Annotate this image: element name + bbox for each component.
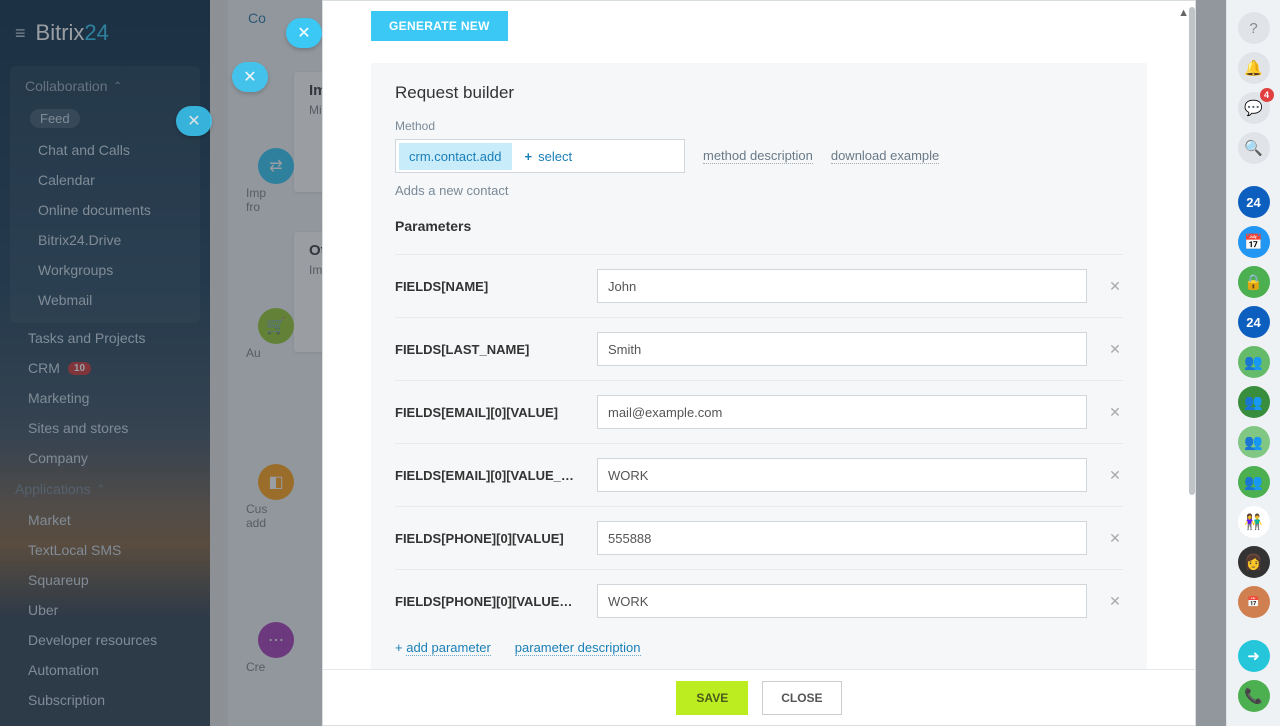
group-icon-4[interactable]: 👥 — [1238, 466, 1270, 498]
collapse-icon[interactable]: ▲ — [1178, 7, 1189, 19]
request-builder-panel: Request builder Method crm.contact.add +… — [371, 63, 1147, 669]
modal-footer: SAVE CLOSE — [323, 669, 1195, 725]
parameters-title: Parameters — [395, 218, 1123, 246]
right-rail: ? 🔔 💬4 🔍 24 📅 🔒 24 👥 👥 👥 👥 👫 👩 📅 ➜ 📞 — [1226, 0, 1280, 726]
add-parameter-link[interactable]: + add parameter — [395, 640, 491, 656]
param-row: FIELDS[LAST_NAME] ✕ — [395, 317, 1123, 380]
save-button[interactable]: SAVE — [676, 681, 748, 715]
method-description: Adds a new contact — [395, 183, 1123, 198]
remove-param-icon[interactable]: ✕ — [1107, 278, 1123, 295]
param-input[interactable] — [597, 521, 1087, 555]
method-label: Method — [395, 119, 1123, 133]
remove-param-icon[interactable]: ✕ — [1107, 404, 1123, 421]
param-input[interactable] — [597, 269, 1087, 303]
calendar-icon[interactable]: 📅 — [1238, 226, 1270, 258]
param-input[interactable] — [597, 395, 1087, 429]
remove-param-icon[interactable]: ✕ — [1107, 593, 1123, 610]
modal-close-mid[interactable]: ✕ — [232, 62, 268, 92]
param-input[interactable] — [597, 584, 1087, 618]
param-row: FIELDS[EMAIL][0][VALUE_… ✕ — [395, 443, 1123, 506]
b24-icon-2[interactable]: 24 — [1238, 306, 1270, 338]
param-label: FIELDS[LAST_NAME] — [395, 342, 577, 357]
search-icon[interactable]: 🔍 — [1238, 132, 1270, 164]
param-label: FIELDS[EMAIL][0][VALUE] — [395, 405, 577, 420]
method-selector[interactable]: crm.contact.add +select — [395, 139, 685, 173]
group-icon-3[interactable]: 👥 — [1238, 426, 1270, 458]
param-row: FIELDS[PHONE][0][VALUE… ✕ — [395, 569, 1123, 632]
remove-param-icon[interactable]: ✕ — [1107, 341, 1123, 358]
close-button[interactable]: CLOSE — [762, 681, 841, 715]
param-input[interactable] — [597, 332, 1087, 366]
messages-icon[interactable]: 💬4 — [1238, 92, 1270, 124]
scrollbar-thumb[interactable] — [1189, 7, 1195, 495]
notifications-icon[interactable]: 🔔 — [1238, 52, 1270, 84]
modal-close-outer[interactable]: ✕ — [286, 18, 322, 48]
logout-icon[interactable]: ➜ — [1238, 640, 1270, 672]
lock-icon[interactable]: 🔒 — [1238, 266, 1270, 298]
param-label: FIELDS[EMAIL][0][VALUE_… — [395, 468, 577, 483]
param-input[interactable] — [597, 458, 1087, 492]
generate-new-button[interactable]: GENERATE NEW — [371, 11, 508, 41]
group-icon-1[interactable]: 👥 — [1238, 346, 1270, 378]
call-icon[interactable]: 📞 — [1238, 680, 1270, 712]
remove-param-icon[interactable]: ✕ — [1107, 530, 1123, 547]
modal-close-inner[interactable]: ✕ — [176, 106, 212, 136]
avatar-1[interactable]: 👫 — [1238, 506, 1270, 538]
download-example-link[interactable]: download example — [831, 148, 939, 164]
date-icon[interactable]: 📅 — [1238, 586, 1270, 618]
group-icon-2[interactable]: 👥 — [1238, 386, 1270, 418]
request-builder-modal: ▲ GENERATE NEW Request builder Method cr… — [322, 0, 1196, 726]
param-label: FIELDS[PHONE][0][VALUE] — [395, 531, 577, 546]
b24-icon[interactable]: 24 — [1238, 186, 1270, 218]
param-row: FIELDS[EMAIL][0][VALUE] ✕ — [395, 380, 1123, 443]
messages-badge: 4 — [1260, 88, 1274, 102]
method-select-link[interactable]: +select — [515, 143, 583, 170]
param-label: FIELDS[PHONE][0][VALUE… — [395, 594, 577, 609]
panel-title: Request builder — [395, 83, 1123, 103]
avatar-2[interactable]: 👩 — [1238, 546, 1270, 578]
param-row: FIELDS[NAME] ✕ — [395, 254, 1123, 317]
remove-param-icon[interactable]: ✕ — [1107, 467, 1123, 484]
method-description-link[interactable]: method description — [703, 148, 813, 164]
method-name: crm.contact.add — [399, 143, 512, 170]
help-icon[interactable]: ? — [1238, 12, 1270, 44]
parameter-description-link[interactable]: parameter description — [515, 640, 641, 656]
param-label: FIELDS[NAME] — [395, 279, 577, 294]
param-row: FIELDS[PHONE][0][VALUE] ✕ — [395, 506, 1123, 569]
